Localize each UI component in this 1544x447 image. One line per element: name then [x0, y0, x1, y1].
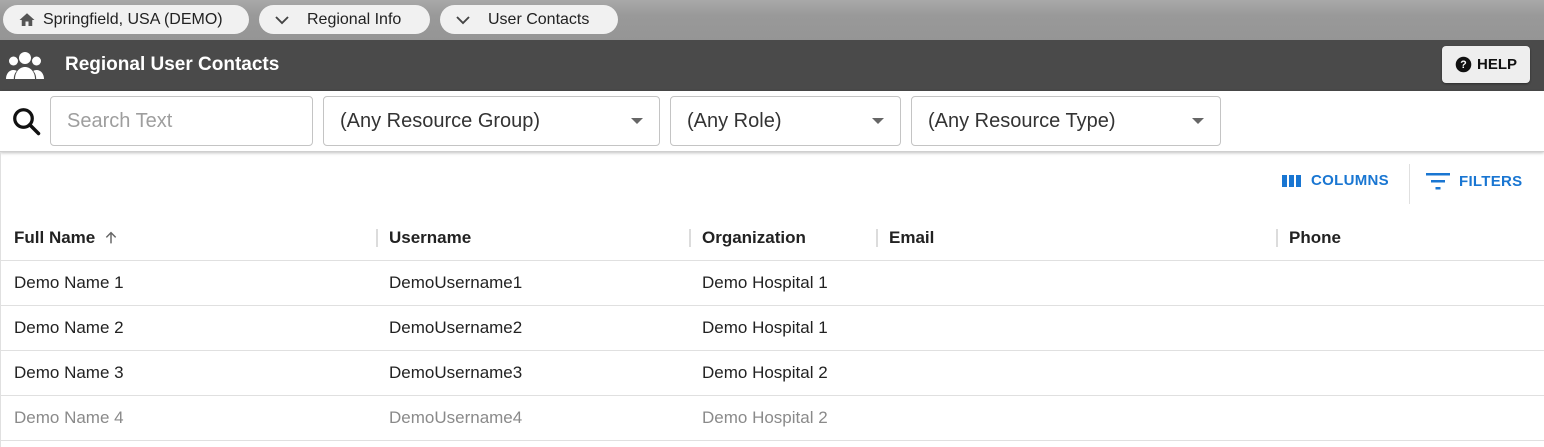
resource-group-select[interactable]: (Any Resource Group) [323, 96, 660, 146]
column-header-phone[interactable]: Phone [1289, 228, 1341, 248]
cell-organization: Demo Hospital 1 [702, 273, 828, 292]
filters-label: FILTERS [1459, 172, 1523, 190]
breadcrumb-item-user-contacts[interactable]: User Contacts [440, 5, 618, 34]
cell-username: DemoUsername4 [389, 408, 523, 427]
column-header-organization[interactable]: Organization [702, 228, 806, 248]
column-header-username[interactable]: Username [389, 228, 471, 248]
toolbar-divider [1409, 164, 1410, 204]
search-icon [13, 108, 41, 136]
column-header-email[interactable]: Email [889, 228, 934, 248]
breadcrumb-item-regional-info[interactable]: Regional Info [259, 5, 430, 34]
breadcrumb-label: Regional Info [307, 10, 402, 28]
cell-full-name: Demo Name 2 [14, 318, 124, 337]
column-header-label: Email [889, 228, 935, 247]
filter-bar: (Any Resource Group) (Any Role) (Any Res… [0, 91, 1544, 152]
cell-full-name: Demo Name 3 [14, 363, 124, 382]
resource-group-value: (Any Resource Group) [340, 109, 541, 132]
page-title: Regional User Contacts [65, 54, 280, 75]
breadcrumb-item-region[interactable]: Springfield, USA (DEMO) [3, 5, 249, 34]
resource-type-value: (Any Resource Type) [928, 109, 1116, 132]
breadcrumb-label: Springfield, USA (DEMO) [43, 10, 223, 28]
contacts-grid: COLUMNS FILTERS Full Name Username Organ… [0, 152, 1544, 447]
dropdown-arrow-icon [872, 118, 884, 124]
role-select[interactable]: (Any Role) [670, 96, 901, 146]
table-row[interactable]: Demo Name 2 DemoUsername2 Demo Hospital … [1, 306, 1544, 351]
table-row[interactable]: Demo Name 1 DemoUsername1 Demo Hospital … [1, 261, 1544, 306]
sort-ascending-icon[interactable] [103, 230, 119, 246]
dropdown-arrow-icon [1192, 118, 1204, 124]
home-icon [19, 12, 35, 26]
chevron-down-icon [275, 15, 289, 24]
cell-full-name: Demo Name 4 [14, 408, 124, 427]
table-row[interactable]: Demo Name 4 DemoUsername4 Demo Hospital … [1, 396, 1544, 441]
cell-organization: Demo Hospital 1 [702, 318, 828, 337]
help-button[interactable]: ? HELP [1442, 46, 1530, 83]
column-header-label: Full Name [14, 228, 96, 247]
search-input[interactable] [67, 109, 312, 133]
dropdown-arrow-icon [631, 118, 643, 124]
breadcrumb: Springfield, USA (DEMO) Regional Info Us… [0, 0, 1544, 40]
column-header-row: Full Name Username Organization Email Ph… [1, 216, 1544, 261]
column-separator[interactable] [876, 229, 878, 247]
cell-username: DemoUsername1 [389, 273, 523, 292]
column-header-label: Phone [1289, 228, 1341, 247]
resource-type-select[interactable]: (Any Resource Type) [911, 96, 1221, 146]
cell-organization: Demo Hospital 2 [702, 363, 828, 382]
help-icon: ? [1455, 56, 1472, 73]
columns-button[interactable]: COLUMNS [1282, 172, 1389, 189]
column-separator[interactable] [689, 229, 691, 247]
columns-label: COLUMNS [1311, 172, 1389, 189]
columns-icon [1282, 174, 1301, 187]
cell-username: DemoUsername3 [389, 363, 523, 382]
svg-text:?: ? [1460, 59, 1466, 71]
role-value: (Any Role) [687, 109, 782, 132]
search-input-wrapper [50, 96, 313, 146]
filter-icon [1426, 173, 1450, 190]
page-header: Regional User Contacts ? HELP [0, 40, 1544, 91]
column-separator[interactable] [1276, 229, 1278, 247]
help-label: HELP [1476, 56, 1517, 73]
chevron-down-icon [456, 15, 470, 24]
column-header-label: Username [389, 228, 472, 247]
users-icon [6, 52, 44, 79]
breadcrumb-label: User Contacts [488, 10, 590, 28]
column-header-full-name[interactable]: Full Name [14, 228, 119, 248]
filters-button[interactable]: FILTERS [1426, 172, 1522, 190]
column-header-label: Organization [702, 228, 806, 247]
column-separator[interactable] [376, 229, 378, 247]
cell-username: DemoUsername2 [389, 318, 523, 337]
cell-organization: Demo Hospital 2 [702, 408, 828, 427]
table-row[interactable]: Demo Name 3 DemoUsername3 Demo Hospital … [1, 351, 1544, 396]
cell-full-name: Demo Name 1 [14, 273, 124, 292]
